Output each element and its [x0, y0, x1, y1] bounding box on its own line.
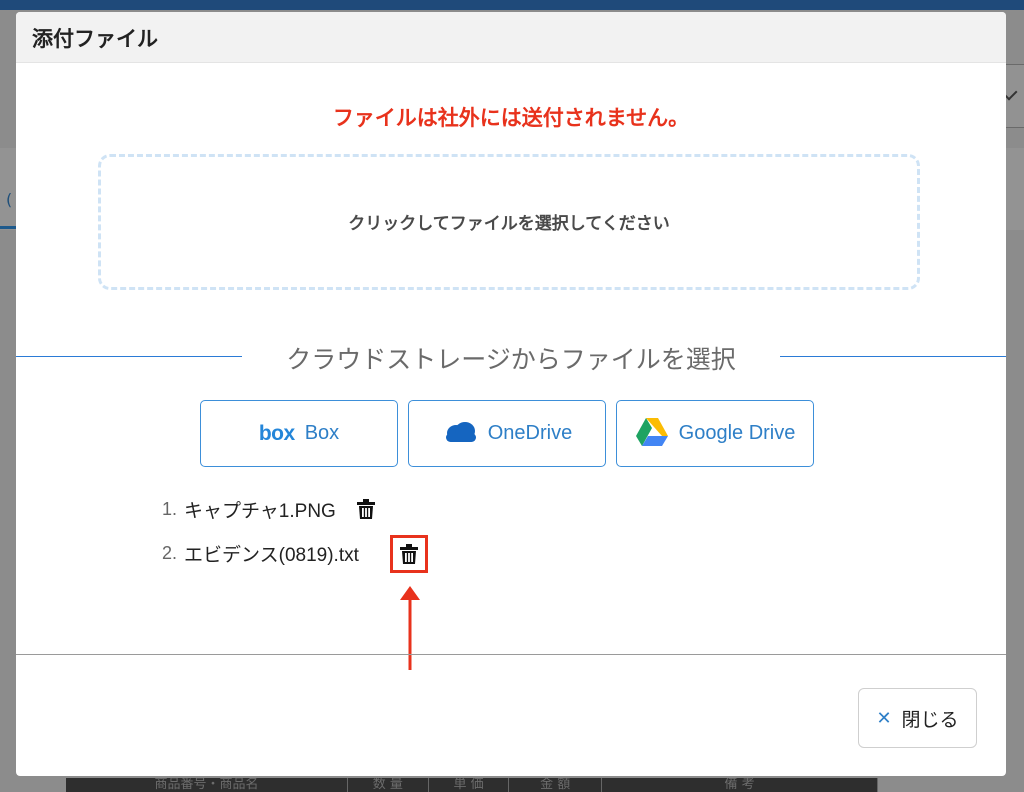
box-button[interactable]: box Box	[200, 400, 398, 467]
google-drive-button-label: Google Drive	[678, 422, 796, 444]
box-logo: box	[258, 421, 295, 445]
background-table-header-cell: 単 価	[429, 778, 510, 792]
dropzone-label: クリックしてファイルを選択してください	[348, 214, 670, 234]
modal-title: 添付ファイル	[32, 27, 158, 51]
external-send-notice: ファイルは社外には送付されません。	[332, 106, 690, 130]
close-button[interactable]: ✕ 閉じる	[858, 688, 977, 748]
google-drive-button[interactable]: Google Drive	[616, 400, 814, 467]
app-top-bar	[0, 0, 1024, 10]
onedrive-button-label: OneDrive	[487, 422, 573, 444]
cloud-storage-heading: クラウドストレージからファイルを選択	[286, 345, 736, 374]
annotation-arrow-up-icon	[400, 586, 420, 670]
file-index: 1.	[162, 498, 178, 519]
background-table-header-cell: 備 考	[602, 778, 878, 792]
section-divider-left	[16, 356, 242, 357]
attachment-modal: 添付ファイル ファイルは社外には送付されません。 クリックしてファイルを選択して…	[16, 12, 1006, 776]
trash-icon[interactable]	[352, 495, 380, 523]
background-tab-label: (	[6, 190, 13, 209]
file-dropzone[interactable]: クリックしてファイルを選択してください	[98, 154, 920, 290]
trash-icon[interactable]	[395, 540, 423, 568]
onedrive-button[interactable]: OneDrive	[408, 400, 606, 467]
background-table-header: 商品番号・商品名 数 量 単 価 金 額 備 考	[66, 778, 878, 792]
background-table-header-cell: 商品番号・商品名	[66, 778, 348, 792]
list-item: 2. エビデンス(0819).txt	[162, 538, 359, 568]
background-table-header-cell: 金 額	[509, 778, 603, 792]
list-item: 1. キャプチャ1.PNG	[162, 494, 380, 524]
file-name: エビデンス(0819).txt	[184, 544, 359, 566]
google-drive-icon	[635, 417, 669, 451]
file-index: 2.	[162, 542, 178, 563]
modal-header: 添付ファイル	[16, 12, 1006, 63]
box-button-label: Box	[304, 422, 340, 444]
onedrive-cloud-icon	[442, 421, 478, 447]
close-icon: ✕	[876, 707, 892, 729]
file-name: キャプチャ1.PNG	[184, 500, 336, 522]
close-button-label: 閉じる	[901, 708, 959, 731]
footer-divider	[16, 654, 1006, 655]
background-table-header-cell: 数 量	[348, 778, 429, 792]
section-divider-right	[780, 356, 1006, 357]
